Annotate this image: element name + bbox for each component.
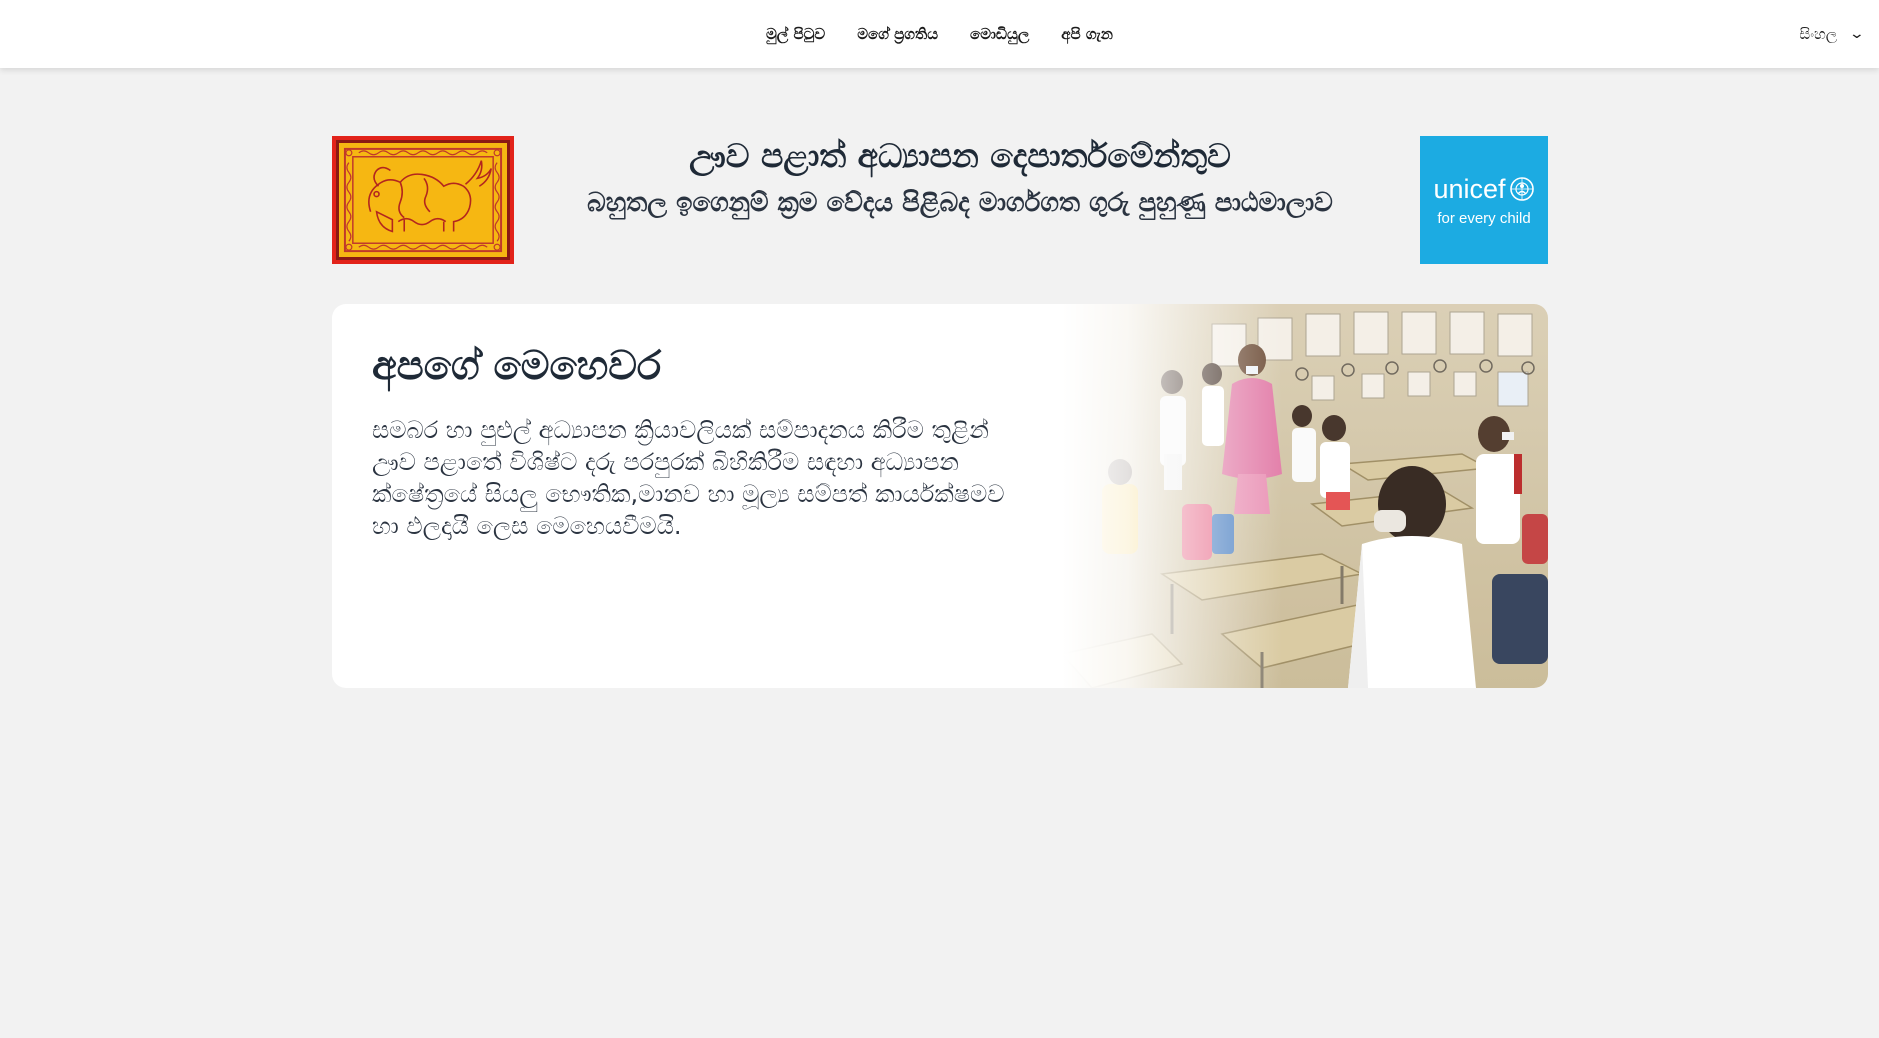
mission-body: සමබර හා පුළුල් අධ්‍යාපන ක්‍රියාවලියක් සම… xyxy=(372,416,1005,540)
photo-fade-overlay xyxy=(1062,304,1282,688)
main-nav: මුල් පිටුව මගේ ප්‍රගතිය මොඩියුල අපි ගැන xyxy=(0,0,1879,68)
uva-province-flag-logo xyxy=(332,136,514,264)
page-title: ඌව පළාත් අධ්‍යාපන දෙපාර්තමේන්තුව xyxy=(689,136,1231,175)
unicef-logo: unicef for every child xyxy=(1420,136,1548,264)
language-selector[interactable]: සිංහල ⌄ xyxy=(1799,0,1866,68)
classroom-photo xyxy=(1062,304,1548,688)
nav-item-modules[interactable]: මොඩියුල xyxy=(970,25,1029,43)
unicef-globe-icon xyxy=(1509,176,1534,201)
lion-emblem-icon xyxy=(343,147,503,253)
nav-item-about-us[interactable]: අපි ගැන xyxy=(1061,25,1113,43)
nav-item-home[interactable]: මුල් පිටුව xyxy=(766,25,825,43)
chevron-down-icon: ⌄ xyxy=(1848,26,1866,42)
unicef-tagline: for every child xyxy=(1437,209,1531,227)
header-titles: ඌව පළාත් අධ්‍යාපන දෙපාර්තමේන්තුව බහුතල ඉ… xyxy=(540,136,1380,220)
language-selected-label: සිංහල xyxy=(1799,25,1838,43)
top-navbar: මුල් පිටුව මගේ ප්‍රගතිය මොඩියුල අපි ගැන … xyxy=(0,0,1879,68)
nav-item-my-progress[interactable]: මගේ ප්‍රගතිය xyxy=(857,25,938,43)
mission-heading: අපගේ මෙහෙවර xyxy=(372,343,662,389)
mission-text-block: අපගේ මෙහෙවර සමබර හා පුළුල් අධ්‍යාපන ක්‍ර… xyxy=(372,340,1032,542)
unicef-wordmark: unicef xyxy=(1433,173,1506,204)
page-subtitle: බහුතල ඉගෙනුම් ක්‍රම වේදය පිළිබද මාර්ගගත … xyxy=(587,188,1333,218)
mission-card: අපගේ මෙහෙවර සමබර හා පුළුල් අධ්‍යාපන ක්‍ර… xyxy=(332,304,1548,688)
